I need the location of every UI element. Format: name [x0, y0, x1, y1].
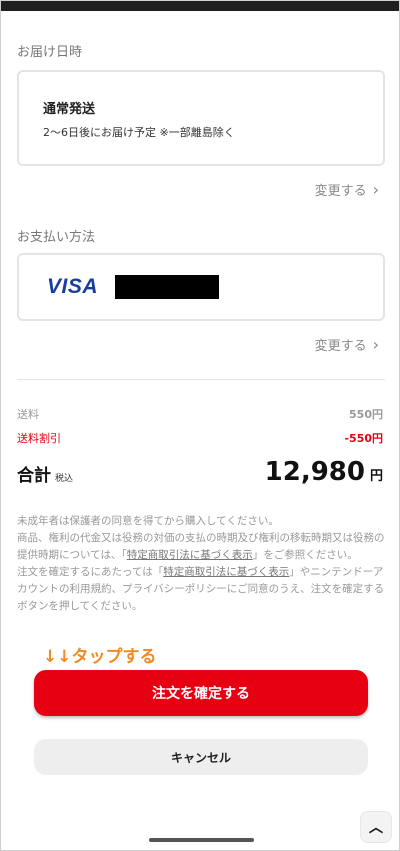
chevron-up-icon: ︿: [369, 820, 383, 836]
total-amount: 12,980 円: [265, 457, 383, 487]
delivery-section-title: お届け日時: [17, 45, 83, 60]
payment-section-title: お支払い方法: [17, 230, 96, 245]
legal-notes: 未成年者は保護者の同意を得てから購入してください。 商品、権利の代金又は役務の対…: [17, 513, 387, 615]
status-bar: [1, 1, 399, 11]
tax-included-label: 税込: [55, 474, 74, 484]
chevron-right-icon: ›: [372, 334, 379, 354]
checkout-screen: お届け日時 通常発送 2〜6日後にお届け予定 ※一部離島除く 変更する › お支…: [0, 0, 400, 851]
delivery-card: 通常発送 2〜6日後にお届け予定 ※一部離島除く: [17, 70, 385, 166]
commercial-law-link[interactable]: 特定商取引法に基づく表示: [127, 549, 253, 561]
notes-line-2-text-end: 」をご参照ください。: [252, 549, 358, 561]
change-payment-link[interactable]: 変更する ›: [315, 335, 379, 354]
notes-line-1: 未成年者は保護者の同意を得てから購入してください。: [17, 515, 279, 527]
total-label-text: 合計: [17, 466, 51, 486]
home-indicator: [149, 838, 254, 842]
notes-line-3-text: 注文を確定するにあたっては「: [17, 566, 164, 578]
chevron-right-icon: ›: [372, 179, 379, 199]
change-delivery-label: 変更する: [314, 184, 367, 199]
shipping-discount-value: -550円: [344, 432, 383, 445]
notes-line-3: 注文を確定するにあたっては「特定商取引法に基づく表示」やニンテンドーアカウントの…: [17, 564, 387, 615]
commercial-law-link[interactable]: 特定商取引法に基づく表示: [163, 566, 289, 578]
notes-line-2: 商品、権利の代金又は役務の対価の支払の時期及び権利の移転時期又は役務の提供時期に…: [17, 530, 387, 564]
shipping-discount-label: 送料割引: [17, 432, 61, 445]
change-payment-label: 変更する: [314, 339, 367, 354]
confirm-order-button[interactable]: 注文を確定する: [34, 670, 368, 716]
tap-hint-annotation: ↓↓タップする: [43, 647, 157, 667]
total-label: 合計 税込: [17, 461, 73, 486]
shipping-method-desc: 2〜6日後にお届け予定 ※一部離島除く: [43, 126, 235, 139]
shipping-label: 送料: [17, 408, 39, 421]
shipping-method-name: 通常発送: [43, 102, 96, 117]
payment-card: VISA: [17, 253, 385, 321]
card-number-redacted: [115, 275, 219, 299]
shipping-value: 550円: [349, 408, 383, 421]
scroll-to-top-button[interactable]: ︿: [360, 811, 392, 843]
visa-logo: VISA: [47, 275, 99, 298]
total-amount-value: 12,980: [264, 457, 365, 487]
cancel-button[interactable]: キャンセル: [34, 739, 368, 775]
divider: [17, 379, 385, 380]
currency-label: 円: [369, 469, 383, 484]
change-delivery-link[interactable]: 変更する ›: [315, 180, 379, 199]
